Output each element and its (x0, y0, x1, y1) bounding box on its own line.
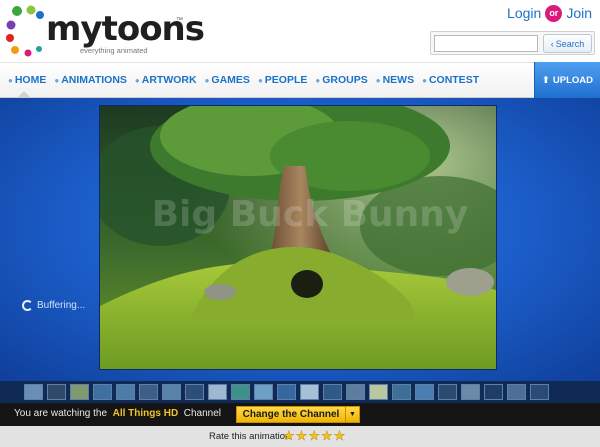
thumbnail-item[interactable] (323, 384, 342, 400)
channel-info: You are watching the All Things HD Chann… (14, 408, 221, 419)
nav-item-label: ARTWORK (141, 74, 197, 86)
video-watermark: Big Buck Bunny (152, 194, 469, 235)
logo-trademark: ™ (176, 17, 183, 24)
nav-bullet-icon: ● (422, 75, 427, 85)
nav-item-home[interactable]: ● HOME (8, 74, 46, 86)
change-channel-button[interactable]: Change the Channel ▼ (236, 406, 360, 423)
thumbnail-strip (0, 381, 600, 403)
nav-item-label: NEWS (382, 74, 415, 86)
video-player: Big Buck Bunny Buffering... (0, 98, 600, 381)
thumbnail-item[interactable] (507, 384, 526, 400)
nav-item-contest[interactable]: ● CONTEST (422, 74, 479, 86)
star-icon[interactable]: ★ (283, 428, 295, 443)
nav-bullet-icon: ● (54, 75, 60, 85)
nav-bullet-icon: ● (204, 75, 210, 85)
upload-button[interactable]: ⬆ UPLOAD (534, 62, 600, 98)
rating-bar: Rate this animation ★ ★ ★ ★ ★ (0, 426, 600, 447)
nav-item-label: PEOPLE (264, 74, 308, 86)
buffering-label: Buffering... (37, 300, 86, 311)
change-channel-label: Change the Channel (242, 409, 340, 420)
thumbnail-item[interactable] (185, 384, 204, 400)
thumbnail-item[interactable] (277, 384, 296, 400)
logo-tagline: everything animated (80, 46, 148, 55)
nav-item-people[interactable]: ● PEOPLE (258, 74, 307, 86)
nav-item-label: ANIMATIONS (61, 74, 127, 86)
thumbnail-item[interactable] (438, 384, 457, 400)
thumbnail-item[interactable] (415, 384, 434, 400)
nav-bullet-icon: ● (8, 75, 13, 85)
nav-bullet-icon: ● (257, 75, 263, 85)
nav-bullet-icon: ● (315, 75, 321, 85)
channel-suffix: Channel (183, 408, 221, 419)
thumbnail-item[interactable] (254, 384, 273, 400)
nav-item-label: HOME (14, 74, 47, 86)
star-icon[interactable]: ★ (333, 428, 345, 443)
thumbnail-item[interactable] (300, 384, 319, 400)
main-nav: ● HOME ● ANIMATIONS ● ARTWORK ● GAMES ● PEOPLE ● GR… (0, 62, 600, 98)
thumbnail-item[interactable] (231, 384, 250, 400)
login-link[interactable]: Login (507, 5, 541, 21)
rating-label: Rate this animation (209, 431, 291, 442)
thumbnail-item[interactable] (116, 384, 135, 400)
star-icon[interactable]: ★ (295, 428, 307, 443)
thumbnail-item[interactable] (346, 384, 365, 400)
star-icon[interactable]: ★ (308, 428, 320, 443)
nav-items: ● HOME ● ANIMATIONS ● ARTWORK ● GAMES ● PEOPLE ● GR… (8, 63, 487, 97)
logo-wordmark: mytoons (46, 9, 205, 49)
nav-bullet-icon: ● (134, 75, 140, 85)
site-header: mytoons ™ everything animated Login or J… (0, 0, 600, 62)
chevron-left-icon: ‹ (550, 38, 554, 49)
thumbnail-item[interactable] (70, 384, 89, 400)
video-frame[interactable]: Big Buck Bunny (99, 105, 497, 370)
active-nav-pointer (18, 91, 30, 97)
nav-item-games[interactable]: ● GAMES (205, 74, 250, 86)
rating-stars: ★ ★ ★ ★ ★ (283, 428, 346, 443)
thumbnail-item[interactable] (392, 384, 411, 400)
triangle-down-icon[interactable]: ▼ (345, 407, 359, 422)
nav-item-label: GROUPS (322, 74, 368, 86)
join-link[interactable]: Join (566, 5, 592, 21)
search-box: ‹ Search (430, 31, 595, 55)
thumbnail-item[interactable] (530, 384, 549, 400)
upload-arrow-icon: ⬆ (541, 74, 550, 86)
nav-item-label: CONTEST (428, 74, 480, 86)
thumbnail-item[interactable] (369, 384, 388, 400)
account-links: Login or Join (507, 3, 592, 23)
search-button-label: Search (555, 38, 585, 49)
thumbnail-item[interactable] (47, 384, 66, 400)
thumbnail-item[interactable] (139, 384, 158, 400)
upload-label: UPLOAD (552, 74, 594, 86)
star-icon[interactable]: ★ (321, 428, 333, 443)
thumbnail-item[interactable] (24, 384, 43, 400)
buffering-indicator: Buffering... (22, 300, 85, 311)
thumbnail-item[interactable] (484, 384, 503, 400)
nav-item-news[interactable]: ● NEWS (376, 74, 414, 86)
video-still: Big Buck Bunny (100, 106, 496, 369)
thumbnail-item[interactable] (93, 384, 112, 400)
channel-prefix: You are watching the (14, 408, 108, 419)
or-badge: or (545, 4, 563, 22)
nav-item-label: GAMES (211, 74, 250, 86)
nav-item-groups[interactable]: ● GROUPS (315, 74, 367, 86)
nav-item-artwork[interactable]: ● ARTWORK (135, 74, 197, 86)
nav-item-animations[interactable]: ● ANIMATIONS (54, 74, 127, 86)
channel-bar: You are watching the All Things HD Chann… (0, 403, 600, 426)
channel-name[interactable]: All Things HD (113, 408, 179, 419)
buffering-spinner-icon (22, 300, 33, 311)
thumbnail-item[interactable] (162, 384, 181, 400)
logo-dots-icon (6, 5, 44, 57)
search-button[interactable]: ‹ Search (543, 34, 592, 53)
nav-bullet-icon: ● (375, 75, 381, 85)
site-logo[interactable]: mytoons ™ everything animated (6, 3, 205, 59)
thumbnail-item[interactable] (461, 384, 480, 400)
thumbnail-item[interactable] (208, 384, 227, 400)
search-input[interactable] (434, 35, 538, 52)
